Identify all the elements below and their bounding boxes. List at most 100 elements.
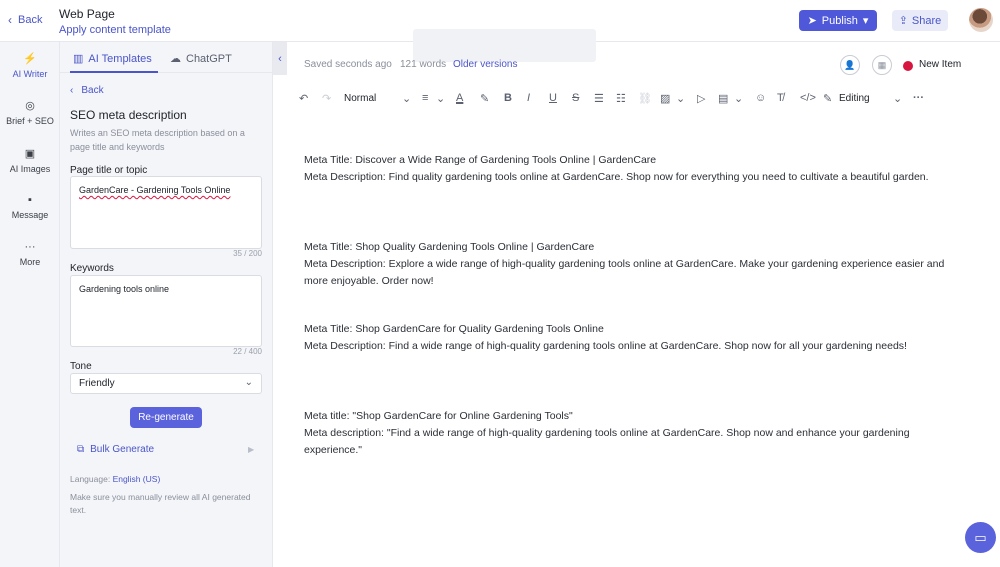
image-icon: ▣ [24,148,36,160]
regenerate-button[interactable]: Re-generate [130,407,202,428]
older-versions-link[interactable]: Older versions [453,59,517,70]
tone-select[interactable]: Friendly ⌄ [70,373,262,394]
language-prefix: Language: [70,474,111,484]
table-icon[interactable]: ▤ [718,92,728,105]
tone-label: Tone [70,361,92,372]
undo-icon[interactable]: ↶ [299,92,308,105]
meta-title: Meta Title: Shop Quality Gardening Tools… [304,241,595,253]
template-description: Writes an SEO meta description based on … [70,128,245,152]
bullet-list-icon[interactable]: ☰ [594,92,604,105]
lightning-icon: ⚡ [23,53,37,65]
chevron-down-icon[interactable]: ⌄ [402,92,411,105]
status-dot [903,61,913,71]
align-icon[interactable]: ≡ [422,92,428,104]
bulk-generate-button[interactable]: ⧉ Bulk Generate [77,444,154,455]
rail-item-ai-images[interactable]: ▣ AI Images [0,147,60,174]
save-status: Saved seconds ago [304,59,392,70]
assign-user-icon[interactable]: 👤 [840,55,860,75]
publish-button[interactable]: ➤ Publish ▾ [799,10,877,31]
avatar[interactable] [969,8,993,32]
page-title-counter: 35 / 200 [233,249,262,258]
meta-block: Meta title: "Shop GardenCare for Online … [304,408,964,459]
chevron-down-icon[interactable]: ⌄ [734,92,743,105]
clear-format-icon[interactable]: T̸ [777,92,784,104]
chevron-left-icon: ‹ [8,13,12,27]
tab-label: AI Templates [88,52,152,65]
keywords-label: Keywords [70,263,114,274]
target-icon: ◎ [25,100,35,112]
document-title-block: Web Page Apply content template [59,7,171,36]
highlight-icon[interactable]: ✎ [480,92,489,105]
emoji-icon[interactable]: ☺ [755,92,766,104]
panel-back-button[interactable]: ‹ Back [70,85,104,96]
meta-title: Meta Title: Shop GardenCare for Quality … [304,323,604,335]
left-rail: ⚡ AI Writer ◎ Brief + SEO ▣ AI Images ▪ … [0,42,60,567]
strikethrough-icon[interactable]: S [572,92,579,104]
active-tab-indicator [70,71,158,73]
language-link[interactable]: English (US) [113,474,161,484]
back-button[interactable]: ‹ Back [8,13,42,27]
ai-templates-panel: ▥ AI Templates ☁ ChatGPT ‹ Back SEO meta… [60,42,273,567]
chevron-down-icon: ▾ [862,15,869,27]
chat-icon: ▪ [28,194,32,206]
keywords-input[interactable]: Gardening tools online [70,275,262,347]
code-icon[interactable]: </> [800,92,816,104]
chevron-left-icon: ‹ [278,52,282,65]
image-icon[interactable]: ▨ [660,92,670,105]
tab-chatgpt[interactable]: ☁ ChatGPT [170,52,232,66]
text-color-icon[interactable]: A [456,92,463,104]
tab-ai-templates[interactable]: ▥ AI Templates [73,52,152,66]
bold-icon[interactable]: B [504,92,512,104]
chat-icon: ▭ [974,529,987,545]
collapse-panel-button[interactable]: ‹ [273,42,287,75]
faded-toast [413,29,596,62]
send-icon: ➤ [807,15,817,27]
copy-icon: ⧉ [77,444,85,455]
new-item-status[interactable]: New Item [919,59,961,70]
chevron-down-icon[interactable]: ⌄ [436,92,445,105]
share-label: Share [911,14,942,27]
rail-item-message[interactable]: ▪ Message [0,194,60,220]
play-icon[interactable]: ▷ [697,92,705,105]
chevron-down-icon[interactable]: ⌄ [676,92,685,105]
numbered-list-icon[interactable]: ☷ [616,92,626,105]
italic-icon[interactable]: I [527,92,530,104]
meta-title: Meta title: "Shop GardenCare for Online … [304,410,573,422]
pencil-icon[interactable]: ✎ [823,92,832,105]
apply-template-link[interactable]: Apply content template [59,24,171,36]
panel-back-label: Back [81,85,104,96]
mode-select[interactable]: Editing [839,93,870,104]
rail-label: AI Writer [12,69,48,79]
chevron-down-icon[interactable]: ⌄ [893,92,902,105]
review-note: Make sure you manually review all AI gen… [70,492,251,515]
tone-value: Friendly [79,378,115,389]
chevron-left-icon: ‹ [70,85,74,96]
language-line: Language: English (US) [70,474,160,484]
rail-label: More [19,257,41,267]
upload-icon: ⇪ [898,15,908,27]
meta-block: Meta Title: Shop Quality Gardening Tools… [304,239,964,290]
text-style-select[interactable]: Normal [344,93,376,104]
link-icon[interactable]: ⛓ [638,92,652,105]
meta-block: Meta Title: Shop GardenCare for Quality … [304,321,964,355]
keywords-value: Gardening tools online [79,284,170,294]
bulk-generate-label: Bulk Generate [90,444,155,455]
play-icon: ▶ [248,445,255,454]
chevron-down-icon: ⌄ [244,377,253,388]
support-chat-button[interactable]: ▭ [965,522,996,553]
rail-item-ai-writer[interactable]: ⚡ AI Writer [0,52,60,79]
tab-label: ChatGPT [186,52,232,65]
page-title-value: GardenCare - Gardening Tools Online [79,185,231,195]
share-button[interactable]: ⇪ Share [892,10,948,31]
redo-icon[interactable]: ↷ [322,92,331,105]
document-title[interactable]: Web Page [59,7,171,21]
page-title-input[interactable]: GardenCare - Gardening Tools Online [70,176,262,249]
more-icon[interactable]: ··· [913,92,924,104]
word-count: 121 words [400,59,447,70]
back-label: Back [18,14,43,26]
keywords-counter: 22 / 400 [233,347,262,356]
calendar-icon[interactable]: ▦ [872,55,892,75]
underline-icon[interactable]: U [549,92,557,104]
rail-item-brief-seo[interactable]: ◎ Brief + SEO [0,99,60,126]
rail-item-more[interactable]: ··· More [0,241,60,267]
